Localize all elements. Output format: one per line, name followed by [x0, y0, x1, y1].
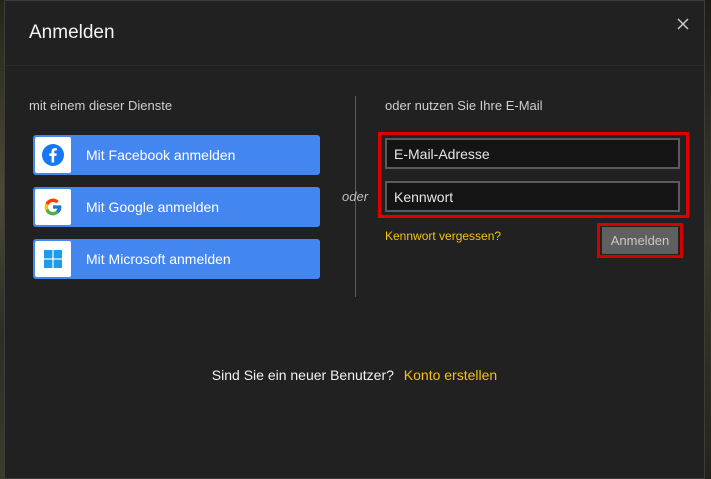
or-separator-label: oder — [342, 189, 369, 204]
google-icon-box — [35, 189, 71, 225]
email-field[interactable] — [385, 138, 680, 169]
close-button[interactable] — [672, 13, 694, 35]
windows-icon — [44, 250, 62, 268]
forgot-password-link[interactable]: Kennwort vergessen? — [385, 229, 501, 243]
title-separator — [5, 65, 704, 66]
facebook-icon-box — [35, 137, 71, 173]
microsoft-login-label: Mit Microsoft anmelden — [86, 251, 231, 267]
dialog-title: Anmelden — [29, 22, 115, 43]
create-account-link[interactable]: Konto erstellen — [404, 367, 497, 383]
email-heading: oder nutzen Sie Ihre E-Mail — [385, 98, 543, 113]
facebook-icon — [42, 144, 64, 166]
google-login-button[interactable]: Mit Google anmelden — [33, 187, 320, 227]
password-field[interactable] — [385, 181, 680, 212]
services-heading: mit einem dieser Dienste — [29, 98, 173, 113]
facebook-login-button[interactable]: Mit Facebook anmelden — [33, 135, 320, 175]
google-icon — [44, 198, 62, 216]
new-user-row: Sind Sie ein neuer Benutzer? Konto erste… — [5, 367, 704, 383]
login-dialog: Anmelden mit einem dieser Dienste Mit Fa… — [4, 0, 705, 479]
microsoft-login-button[interactable]: Mit Microsoft anmelden — [33, 239, 320, 279]
background-right-edge — [705, 0, 711, 479]
windows-icon-box — [35, 241, 71, 277]
new-user-question: Sind Sie ein neuer Benutzer? — [211, 367, 394, 383]
login-button[interactable]: Anmelden — [602, 227, 678, 254]
google-login-label: Mit Google anmelden — [86, 199, 220, 215]
close-icon — [677, 18, 689, 30]
facebook-login-label: Mit Facebook anmelden — [86, 147, 236, 163]
